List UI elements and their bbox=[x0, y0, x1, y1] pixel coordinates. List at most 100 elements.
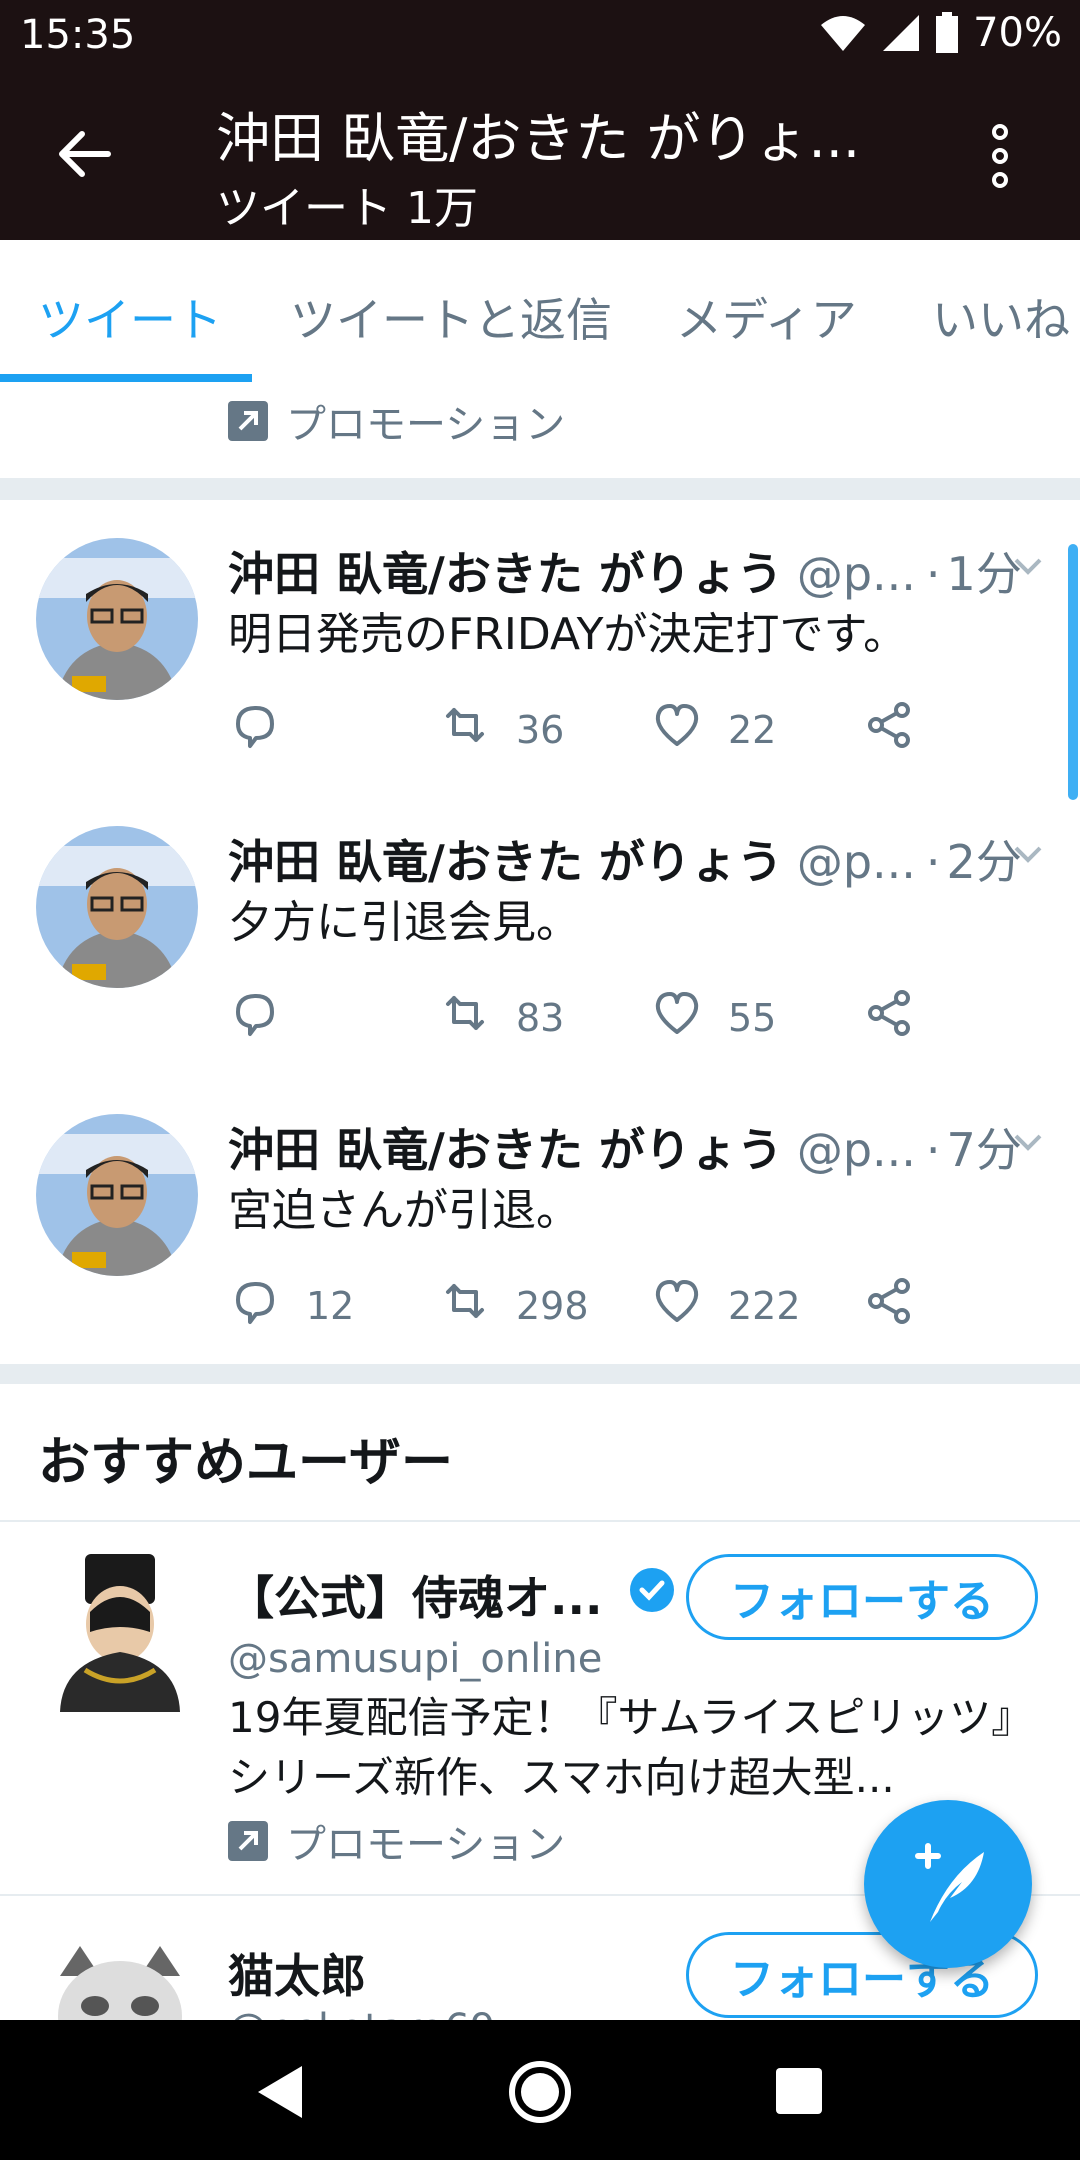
tweet-author-handle: @p... bbox=[796, 547, 916, 601]
tweet-actions: 36 22 bbox=[228, 698, 948, 758]
user-name: 猫太郎 bbox=[228, 1949, 366, 2003]
retweet-button[interactable]: 298 bbox=[438, 1274, 589, 1337]
tweet-author-name: 沖田 臥竜/おきた がりょう bbox=[228, 835, 783, 889]
nav-home-icon[interactable] bbox=[506, 2058, 574, 2126]
share-button[interactable] bbox=[862, 986, 916, 1049]
tweet-header: 沖田 臥竜/おきた がりょう @p... · 7分 bbox=[228, 1114, 1022, 1180]
wifi-icon bbox=[821, 16, 866, 51]
retweet-button[interactable]: 83 bbox=[438, 986, 564, 1049]
compose-tweet-button[interactable] bbox=[864, 1800, 1032, 1968]
separator bbox=[0, 1364, 1080, 1384]
feather-plus-icon bbox=[915, 1843, 984, 1922]
tweet-text: 明日発売のFRIDAYが決定打です。 bbox=[228, 609, 908, 660]
avatar[interactable] bbox=[36, 538, 198, 700]
like-button[interactable]: 55 bbox=[650, 986, 776, 1049]
tweet-menu-caret-icon[interactable] bbox=[1010, 842, 1046, 866]
reply-button[interactable] bbox=[228, 986, 306, 1049]
reply-button[interactable]: 12 bbox=[228, 1274, 354, 1337]
tweet-separator-dot: · bbox=[925, 1123, 941, 1177]
like-count: 55 bbox=[728, 995, 777, 1040]
tab-tweets[interactable]: ツイート bbox=[38, 284, 222, 350]
tweet-count: ツイート 1万 bbox=[216, 183, 478, 234]
reply-count: 12 bbox=[306, 1283, 355, 1328]
user-name: 【公式】侍魂オ... bbox=[228, 1571, 603, 1625]
share-icon bbox=[862, 986, 916, 1049]
tweet-author-name: 沖田 臥竜/おきた がりょう bbox=[228, 547, 783, 601]
heart-icon bbox=[650, 698, 704, 761]
user-handle: @nekotaro69 bbox=[228, 2006, 495, 2020]
promoted-label-row: プロモーション bbox=[0, 382, 1080, 478]
reply-icon bbox=[228, 698, 282, 761]
promoted-text: プロモーション bbox=[286, 1822, 566, 1868]
tweet-actions: 12 298 222 bbox=[228, 1274, 948, 1334]
status-time: 15:35 bbox=[20, 12, 136, 58]
separator bbox=[0, 478, 1080, 500]
tweet-text: 宮迫さんが引退。 bbox=[228, 1185, 580, 1236]
back-arrow-icon[interactable] bbox=[52, 122, 116, 186]
tweet-separator-dot: · bbox=[925, 547, 941, 601]
signal-icon bbox=[883, 15, 920, 51]
tab-media[interactable]: メディア bbox=[676, 284, 857, 350]
like-count: 222 bbox=[728, 1283, 801, 1328]
tweet-header: 沖田 臥竜/おきた がりょう @p... · 2分 bbox=[228, 826, 1022, 892]
retweet-icon bbox=[438, 986, 492, 1049]
avatar[interactable] bbox=[36, 826, 198, 988]
retweet-count: 83 bbox=[516, 995, 565, 1040]
more-options-icon[interactable] bbox=[985, 124, 1015, 188]
retweet-count: 36 bbox=[516, 707, 565, 752]
share-button[interactable] bbox=[862, 1274, 916, 1337]
like-count: 22 bbox=[728, 707, 777, 752]
promoted-label-row: プロモーション bbox=[228, 1812, 565, 1870]
like-button[interactable]: 222 bbox=[650, 1274, 801, 1337]
retweet-button[interactable]: 36 bbox=[438, 698, 564, 761]
share-button[interactable] bbox=[862, 698, 916, 761]
tweet-author-handle: @p... bbox=[796, 835, 916, 889]
cat-avatar bbox=[58, 1946, 182, 2020]
heart-icon bbox=[650, 986, 704, 1049]
retweet-count: 298 bbox=[516, 1283, 589, 1328]
tweet-author-name: 沖田 臥竜/おきた がりょう bbox=[228, 1123, 783, 1177]
battery-percent: 70% bbox=[973, 10, 1062, 56]
retweet-icon bbox=[438, 698, 492, 761]
samurai-avatar bbox=[60, 1554, 180, 1712]
user-handle: @samusupi_online bbox=[228, 1636, 603, 1682]
profile-tabs: ツイート ツイートと返信 メディア いいね bbox=[0, 240, 1080, 384]
heart-icon bbox=[650, 1274, 704, 1337]
battery-icon bbox=[936, 12, 959, 53]
system-nav-bar bbox=[0, 2020, 1080, 2160]
tweet-actions: 83 55 bbox=[228, 986, 948, 1046]
tweet-menu-caret-icon[interactable] bbox=[1010, 554, 1046, 578]
reply-icon bbox=[228, 986, 282, 1049]
tweet[interactable]: 沖田 臥竜/おきた がりょう @p... · 1分 明日発売のFRIDAYが決定打です。… bbox=[0, 502, 1080, 792]
promoted-text: プロモーション bbox=[286, 402, 566, 448]
reply-icon bbox=[228, 1274, 282, 1337]
profile-title: 沖田 臥竜/おきた がりょ... bbox=[216, 107, 861, 170]
tweet-separator-dot: · bbox=[925, 835, 941, 889]
scrollbar[interactable] bbox=[1068, 544, 1078, 800]
avatar[interactable] bbox=[36, 1114, 198, 1276]
tweet-menu-caret-icon[interactable] bbox=[1010, 1130, 1046, 1154]
promoted-icon bbox=[228, 1821, 268, 1861]
app-bar: 沖田 臥竜/おきた がりょ... ツイート 1万 bbox=[0, 72, 1080, 240]
tweet-author-handle: @p... bbox=[796, 1123, 916, 1177]
tweet[interactable]: 沖田 臥竜/おきた がりょう @p... · 7分 宮迫さんが引退。 12 298 222 bbox=[0, 1078, 1080, 1368]
retweet-icon bbox=[438, 1274, 492, 1337]
follow-button[interactable]: フォローする bbox=[686, 1554, 1038, 1640]
tweet[interactable]: 沖田 臥竜/おきた がりょう @p... · 2分 夕方に引退会見。 83 55 bbox=[0, 790, 1080, 1080]
user-description: 19年夏配信予定！『サムライスピリッツ』シリーズ新作、スマホ向け超大型... bbox=[228, 1693, 1013, 1802]
status-icons: 70% bbox=[819, 10, 1062, 56]
status-bar: 15:35 70% bbox=[0, 0, 1080, 72]
tab-tweets-and-replies[interactable]: ツイートと返信 bbox=[290, 284, 612, 350]
promoted-icon bbox=[228, 401, 268, 441]
reply-button[interactable] bbox=[228, 698, 306, 761]
share-icon bbox=[862, 1274, 916, 1337]
like-button[interactable]: 22 bbox=[650, 698, 776, 761]
tab-indicator bbox=[0, 374, 252, 382]
tab-likes[interactable]: いいね bbox=[932, 284, 1070, 350]
verified-badge-icon bbox=[630, 1568, 674, 1612]
tweet-header: 沖田 臥竜/おきた がりょう @p... · 1分 bbox=[228, 538, 1022, 604]
share-icon bbox=[862, 698, 916, 761]
nav-recents-icon[interactable] bbox=[774, 2066, 824, 2116]
recommend-title: おすすめユーザー bbox=[38, 1433, 453, 1493]
nav-back-icon[interactable] bbox=[252, 2062, 308, 2122]
